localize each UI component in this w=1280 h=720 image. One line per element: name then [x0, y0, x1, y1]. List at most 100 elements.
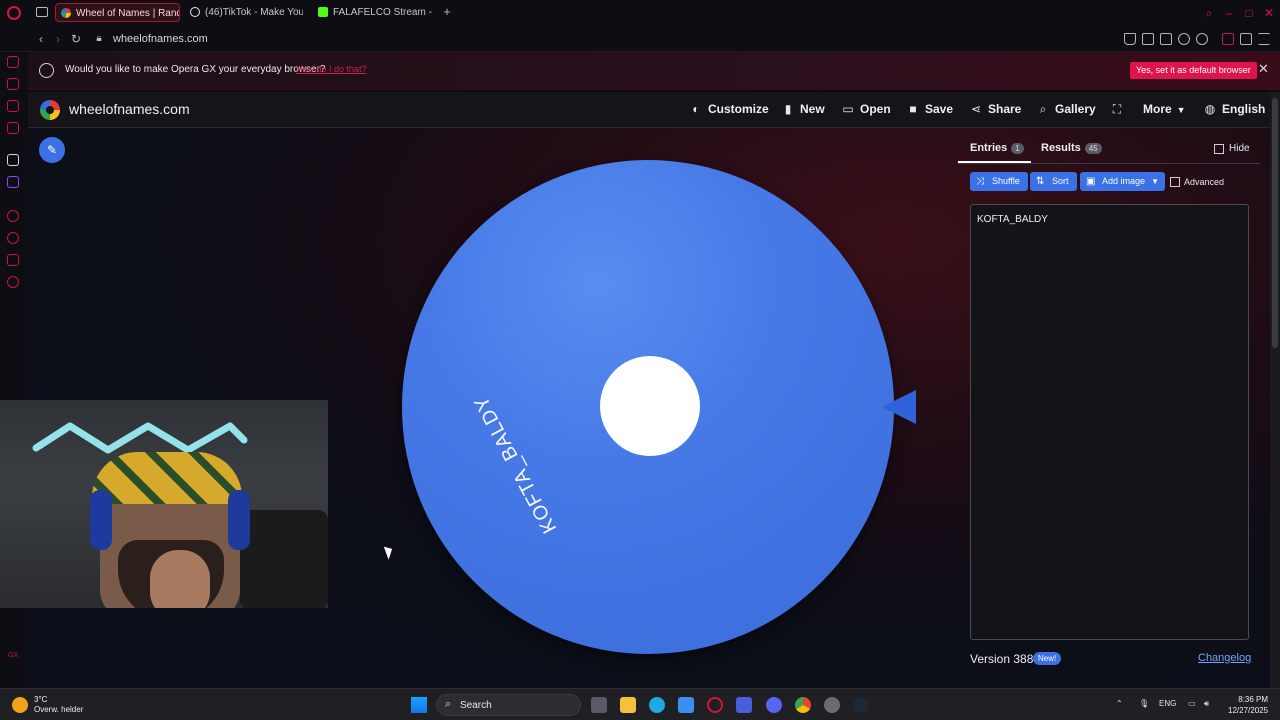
sidebar-aria-icon[interactable] — [7, 78, 19, 90]
share-button[interactable]: ⋖ Share — [970, 102, 1021, 116]
steam-icon[interactable] — [853, 697, 869, 713]
start-icon[interactable] — [411, 697, 427, 713]
app-icon[interactable] — [736, 697, 752, 713]
set-default-browser-button[interactable]: Yes, set it as default browser — [1130, 62, 1257, 79]
banner-text: Would you like to make Opera GX your eve… — [65, 64, 326, 75]
search-tabs-icon[interactable]: ⌕ — [1202, 6, 1216, 20]
discord-icon[interactable] — [766, 697, 782, 713]
entries-text: KOFTA_BALDY — [977, 214, 1048, 225]
clock-date: 12/27/2025 — [1228, 706, 1269, 715]
store-icon[interactable] — [678, 697, 694, 713]
page-scrollbar[interactable] — [1270, 92, 1280, 688]
banner-help-link[interactable]: How do I do that? — [296, 64, 367, 74]
sidebar-player-icon[interactable] — [7, 210, 19, 222]
sidebar-extensions-icon[interactable] — [7, 254, 19, 266]
fullscreen-button[interactable]: ⛶ — [1111, 102, 1129, 117]
volume-icon[interactable]: 🔊︎ — [1204, 699, 1209, 709]
gallery-button[interactable]: ⌕ Gallery — [1037, 102, 1096, 117]
tab-results[interactable]: Results 45 — [1041, 142, 1102, 154]
taskbar-search[interactable]: ⌕ Search — [436, 694, 581, 716]
language-indicator[interactable]: ENG — [1159, 699, 1176, 708]
sidebar-gx-logo-icon[interactable]: GX — [8, 652, 18, 659]
add-image-button[interactable]: ▣ Add image ▼ — [1080, 172, 1166, 191]
site-logo-icon[interactable] — [40, 100, 60, 120]
advanced-label: Advanced — [1184, 177, 1225, 187]
open-button[interactable]: ▭ Open — [842, 102, 890, 116]
close-window-icon[interactable]: ✕ — [1262, 6, 1276, 20]
site-title[interactable]: wheelofnames.com — [69, 101, 190, 117]
entries-textarea[interactable]: KOFTA_BALDY — [970, 204, 1249, 640]
heart-icon[interactable] — [1196, 33, 1208, 45]
site-header: wheelofnames.com ◐ Customize ▮ New ▭ Open ■… — [28, 92, 1270, 128]
back-icon[interactable]: ‹ — [34, 32, 48, 46]
tab-title: FALAFELCO Stream - Wat — [333, 7, 433, 18]
taskbar-clock[interactable]: 8:36 PM 12/27/2025 — [1228, 694, 1268, 716]
screenshot-icon[interactable] — [1142, 33, 1154, 45]
results-count-badge: 45 — [1084, 143, 1102, 154]
opera-gx-icon[interactable] — [707, 697, 723, 713]
gx-control-icon[interactable] — [1222, 33, 1234, 45]
close-banner-icon[interactable]: ✕ — [1258, 61, 1269, 77]
downloads-icon[interactable] — [1240, 33, 1252, 45]
new-button[interactable]: ▮ New — [782, 102, 825, 116]
streamer-hand — [150, 550, 210, 608]
save-button[interactable]: ■ Save — [907, 102, 953, 116]
changelog-link[interactable]: Changelog — [1198, 652, 1251, 664]
player-icon[interactable] — [1178, 33, 1190, 45]
search-icon: ⌕ — [1039, 102, 1047, 116]
tab-kick-stream[interactable]: FALAFELCO Stream - Wat — [313, 3, 433, 22]
sidebar-history-icon[interactable] — [7, 232, 19, 244]
search-icon: ⌕ — [445, 698, 452, 710]
microphone-icon[interactable]: 🎙︎ — [1139, 699, 1149, 708]
edit-pencil-icon[interactable]: ✎ — [39, 137, 65, 163]
spin-wheel[interactable]: KOFTA_BALDY — [402, 160, 894, 654]
tab-title: Wheel of Names | Random — [76, 8, 179, 19]
tray-chevron-icon[interactable]: ⌃ — [1116, 699, 1123, 708]
chevron-down-icon: ▼ — [1176, 105, 1186, 115]
hide-checkbox[interactable] — [1214, 144, 1224, 154]
headset-left — [90, 490, 112, 550]
tab-entries[interactable]: Entries 1 — [970, 142, 1024, 154]
maximize-icon[interactable]: □ — [1242, 6, 1256, 20]
tab-wheel-of-names[interactable]: Wheel of Names | Random — [55, 3, 180, 22]
entries-panel: Entries 1 Results 45 Hide ⤨ Shuffle ⇅ Sort ▣… — [958, 130, 1260, 678]
minimize-icon[interactable]: – — [1222, 6, 1236, 20]
sidebar-twitch-icon[interactable] — [7, 176, 19, 188]
tab-tiktok[interactable]: (46)TikTok - Make Your D — [185, 3, 303, 22]
task-view-icon[interactable] — [591, 697, 607, 713]
wheel-favicon-icon — [61, 8, 71, 18]
tab-overview-icon[interactable] — [36, 7, 48, 17]
shuffle-button[interactable]: ⤨ Shuffle — [970, 172, 1028, 191]
vpn-icon[interactable] — [1160, 33, 1172, 45]
menu-icon[interactable] — [1258, 33, 1270, 45]
network-icon[interactable]: ▭ — [1188, 699, 1196, 708]
language-button[interactable]: ◍ English — [1204, 102, 1266, 116]
scrollbar-thumb[interactable] — [1272, 98, 1278, 348]
chrome-icon[interactable] — [795, 697, 811, 713]
file-explorer-icon[interactable] — [620, 697, 636, 713]
sidebar-tiktok-icon[interactable] — [7, 154, 19, 166]
wheel-hub[interactable] — [600, 356, 700, 456]
weather-widget[interactable]: 3°C Overw. helder — [34, 695, 83, 715]
sidebar-settings-icon[interactable] — [7, 276, 19, 288]
forward-icon[interactable]: › — [51, 32, 65, 46]
share-icon: ⋖ — [970, 102, 982, 116]
new-tab-icon[interactable]: + — [440, 5, 454, 19]
weather-icon[interactable] — [12, 697, 28, 713]
bookmark-icon[interactable] — [1124, 33, 1136, 45]
url-field[interactable]: wheelofnames.com — [113, 31, 208, 47]
opera-logo-icon[interactable] — [7, 6, 21, 20]
webcam-overlay — [0, 400, 328, 608]
steam-helper-icon[interactable] — [824, 697, 840, 713]
more-button[interactable]: More ▼ — [1143, 102, 1186, 116]
sidebar-gx-corner-icon[interactable] — [7, 56, 19, 68]
reload-icon[interactable]: ↻ — [69, 32, 83, 46]
sidebar-messenger-icon[interactable] — [7, 100, 19, 112]
sort-button[interactable]: ⇅ Sort — [1030, 172, 1077, 191]
kick-favicon-icon — [318, 7, 328, 17]
clock-time: 8:36 PM — [1238, 695, 1269, 704]
advanced-checkbox[interactable] — [1170, 177, 1180, 187]
edge-icon[interactable] — [649, 697, 665, 713]
sidebar-youtube-icon[interactable] — [7, 122, 19, 134]
customize-button[interactable]: ◐ Customize — [690, 102, 768, 116]
